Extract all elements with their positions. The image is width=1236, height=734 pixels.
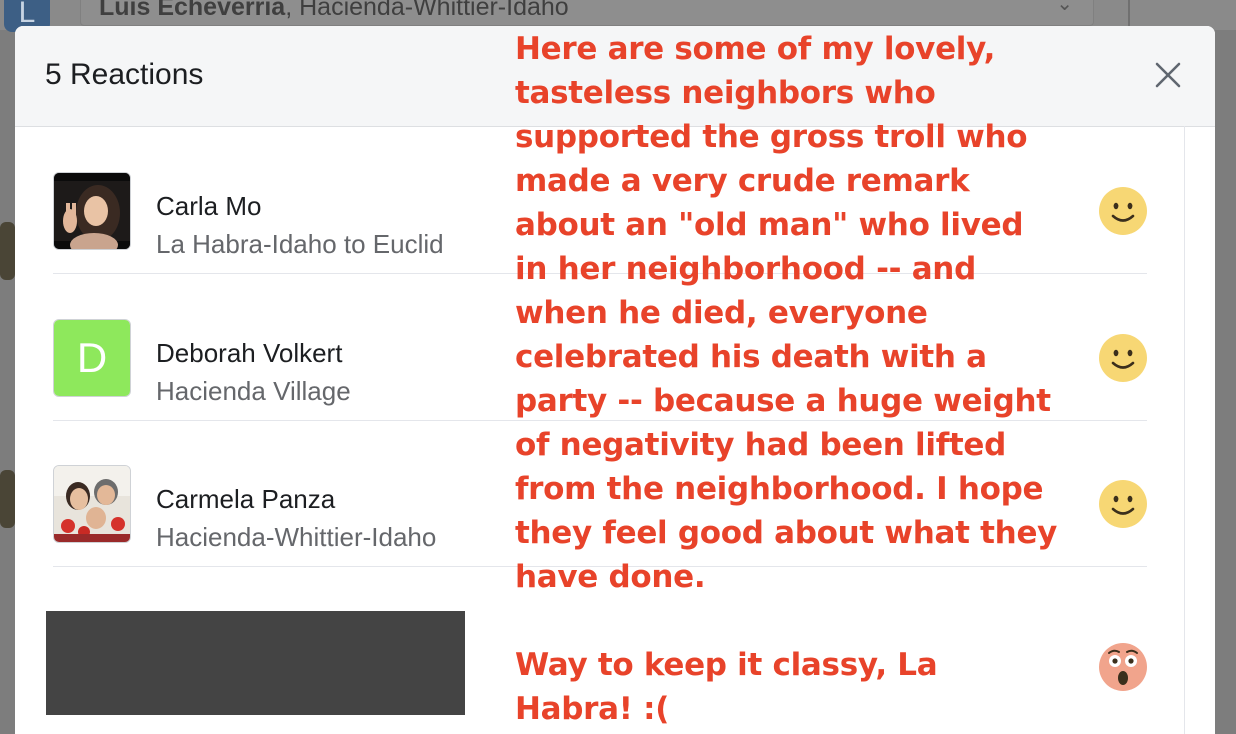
background-side-element <box>0 222 15 280</box>
reactor-name[interactable]: Deborah Volkert <box>156 338 342 369</box>
avatar[interactable] <box>53 465 131 543</box>
profile-photo <box>54 173 130 249</box>
background-side-element <box>0 470 15 528</box>
smile-emoji-icon <box>1099 334 1147 382</box>
modal-title: 5 Reactions <box>45 58 204 91</box>
reactor-neighborhood: La Habra-Idaho to Euclid <box>156 229 444 259</box>
reactor-neighborhood: Hacienda-Whittier-Idaho <box>156 522 437 552</box>
background-avatar-letter: L <box>18 0 36 29</box>
avatar-letter: D <box>54 320 130 396</box>
avatar[interactable]: D <box>53 319 131 397</box>
avatar[interactable] <box>53 172 131 250</box>
surprised-emoji-icon <box>1099 643 1147 691</box>
close-icon <box>1155 62 1181 88</box>
reactor-name[interactable]: Carmela Panza <box>156 484 335 515</box>
reactor-neighborhood: Hacienda Village <box>156 376 351 406</box>
profile-photo <box>54 466 130 542</box>
chevron-down-icon: ⌄ <box>1056 0 1073 15</box>
background-selected-user-location: , Hacienda-Whittier-Idaho <box>285 0 569 21</box>
background-user-select[interactable]: Luis Echeverria, Hacienda-Whittier-Idaho… <box>80 0 1094 26</box>
redaction-box <box>46 611 465 715</box>
smile-emoji-icon <box>1099 480 1147 528</box>
close-button[interactable] <box>1153 60 1183 90</box>
smile-emoji-icon <box>1099 187 1147 235</box>
background-selected-user-name: Luis Echeverria <box>99 0 286 21</box>
annotation-text: Here are some of my lovely, tasteless ne… <box>515 31 1058 595</box>
scrollbar-track[interactable] <box>1184 126 1185 734</box>
reactor-name[interactable]: Carla Mo <box>156 191 261 222</box>
background-select-text: Luis Echeverria, Hacienda-Whittier-Idaho <box>99 0 569 22</box>
annotation-caption: Way to keep it classy, La Habra! :( <box>515 647 938 727</box>
